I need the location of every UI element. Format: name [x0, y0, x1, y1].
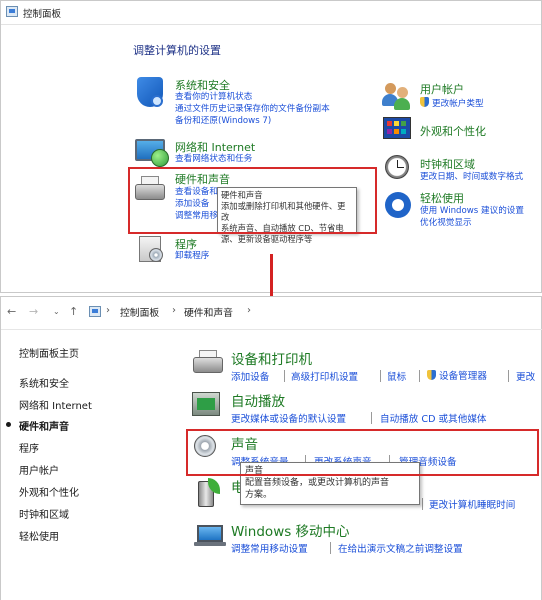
link-network-status[interactable]: 查看网络状态和任务: [175, 154, 252, 165]
link-windows-recommended[interactable]: 使用 Windows 建议的设置: [420, 206, 524, 217]
section-devices-printers[interactable]: 设备和打印机: [231, 348, 312, 368]
sidebar-item-clock-region[interactable]: 时钟和区域: [19, 506, 69, 521]
control-panel-icon: [89, 306, 101, 317]
link-label: 更改帐户类型: [432, 99, 484, 109]
section-autoplay[interactable]: 自动播放: [231, 390, 285, 410]
link-separator: [371, 412, 372, 424]
autoplay-icon: [192, 392, 220, 416]
swatch: [394, 121, 399, 126]
breadcrumb-hardware-sound[interactable]: 硬件和声音: [184, 305, 233, 319]
highlight-box-hardware: [128, 167, 377, 234]
sidebar-item-ease-of-access[interactable]: 轻松使用: [19, 528, 59, 543]
category-ease-of-access[interactable]: 轻松使用: [420, 190, 464, 206]
control-panel-home-window: 控制面板 调整计算机的设置 系统和安全 查看你的计算机状态 通过文件历史记录保存…: [0, 0, 542, 293]
breadcrumb-separator: ›: [247, 305, 251, 316]
link-mobility-settings[interactable]: 调整常用移动设置: [231, 541, 308, 555]
category-programs[interactable]: 程序: [175, 236, 197, 252]
section-mobility-center[interactable]: Windows 移动中心: [231, 520, 350, 540]
link-separator: [330, 542, 331, 554]
link-presentation-settings[interactable]: 在给出演示文稿之前调整设置: [338, 541, 463, 555]
ease-of-access-inner: [392, 199, 404, 211]
laptop-icon: [197, 525, 223, 542]
link-separator: [419, 370, 420, 382]
category-network[interactable]: 网络和 Internet: [175, 139, 255, 155]
swatch: [387, 129, 392, 134]
link-label: 设备管理器: [439, 371, 487, 382]
breadcrumb-separator: ›: [172, 305, 176, 316]
user-body-icon: [394, 98, 410, 110]
link-date-time-format[interactable]: 更改日期、时间或数字格式: [420, 172, 523, 183]
category-security[interactable]: 系统和安全: [175, 77, 230, 93]
link-change-account-type[interactable]: 更改帐户类型: [420, 97, 484, 110]
sidebar-item-appearance[interactable]: 外观和个性化: [19, 484, 79, 499]
link-default-media[interactable]: 更改媒体或设备的默认设置: [231, 411, 346, 425]
address-bar-text[interactable]: 控制面板: [23, 6, 61, 20]
page-title: 调整计算机的设置: [133, 44, 221, 57]
link-backup-restore[interactable]: 备份和还原(Windows 7): [175, 116, 271, 127]
checkmark-icon: [151, 95, 163, 107]
clock-icon: [385, 155, 409, 179]
globe-icon: [151, 149, 169, 167]
up-arrow-icon[interactable]: ↑: [69, 305, 78, 318]
link-view-status[interactable]: 查看你的计算机状态: [175, 92, 252, 103]
tooltip-line: 配置音频设备，或更改计算机的声音: [245, 478, 390, 488]
link-mouse[interactable]: 鼠标: [387, 369, 406, 383]
link-uninstall[interactable]: 卸载程序: [175, 251, 209, 262]
user-head-icon: [385, 83, 396, 94]
link-separator: [284, 370, 285, 382]
appearance-icon: [383, 117, 411, 139]
autoplay-screen: [197, 398, 215, 410]
link-separator: [380, 370, 381, 382]
link-change[interactable]: 更改: [516, 369, 535, 383]
tooltip-line: 方案。: [245, 490, 273, 500]
swatch: [387, 121, 392, 126]
highlight-box-sound: [186, 429, 539, 476]
swatch: [401, 129, 406, 134]
sidebar-item-security[interactable]: 系统和安全: [19, 375, 69, 390]
breadcrumb-separator: ›: [106, 305, 110, 316]
sidebar-item-programs[interactable]: 程序: [19, 440, 39, 455]
recent-dropdown-icon[interactable]: ⌄: [53, 307, 60, 316]
toolbar-divider: [1, 329, 542, 330]
link-separator: [422, 498, 423, 510]
sidebar-item-network[interactable]: 网络和 Internet: [19, 397, 92, 412]
breadcrumb-control-panel[interactable]: 控制面板: [120, 305, 159, 319]
link-device-manager[interactable]: 设备管理器: [427, 368, 487, 382]
laptop-base: [194, 542, 226, 546]
link-optimize-display[interactable]: 优化视觉显示: [420, 218, 472, 229]
swatch: [401, 121, 406, 126]
link-separator: [508, 370, 509, 382]
link-file-history[interactable]: 通过文件历史记录保存你的文件备份副本: [175, 104, 330, 115]
forward-arrow-icon[interactable]: →: [29, 305, 38, 318]
category-clock-region[interactable]: 时钟和区域: [420, 156, 475, 172]
sidebar-item-home[interactable]: 控制面板主页: [19, 345, 79, 360]
control-panel-icon: [6, 6, 18, 17]
back-arrow-icon[interactable]: ←: [7, 305, 16, 318]
clock-hand: [397, 167, 404, 168]
toolbar-divider: [1, 24, 541, 25]
link-advanced-printer[interactable]: 高级打印机设置: [291, 369, 358, 383]
link-sleep-time[interactable]: 更改计算机睡眠时间: [429, 497, 515, 511]
category-accounts[interactable]: 用户帐户: [420, 81, 464, 97]
user-head-icon: [397, 87, 408, 98]
tooltip-line: 源、更新设备驱动程序等: [221, 234, 313, 244]
printer-icon: [193, 357, 223, 373]
swatch: [394, 129, 399, 134]
disc-icon: [149, 248, 163, 262]
category-appearance[interactable]: 外观和个性化: [420, 123, 486, 139]
uac-shield-icon: [427, 370, 436, 380]
active-bullet-icon: [6, 422, 11, 427]
link-add-device[interactable]: 添加设备: [231, 369, 269, 383]
link-autoplay-cd[interactable]: 自动播放 CD 或其他媒体: [380, 411, 487, 425]
uac-shield-icon: [420, 97, 429, 107]
sidebar-item-hardware-sound[interactable]: 硬件和声音: [19, 418, 69, 433]
sidebar-item-accounts[interactable]: 用户帐户: [19, 462, 59, 477]
